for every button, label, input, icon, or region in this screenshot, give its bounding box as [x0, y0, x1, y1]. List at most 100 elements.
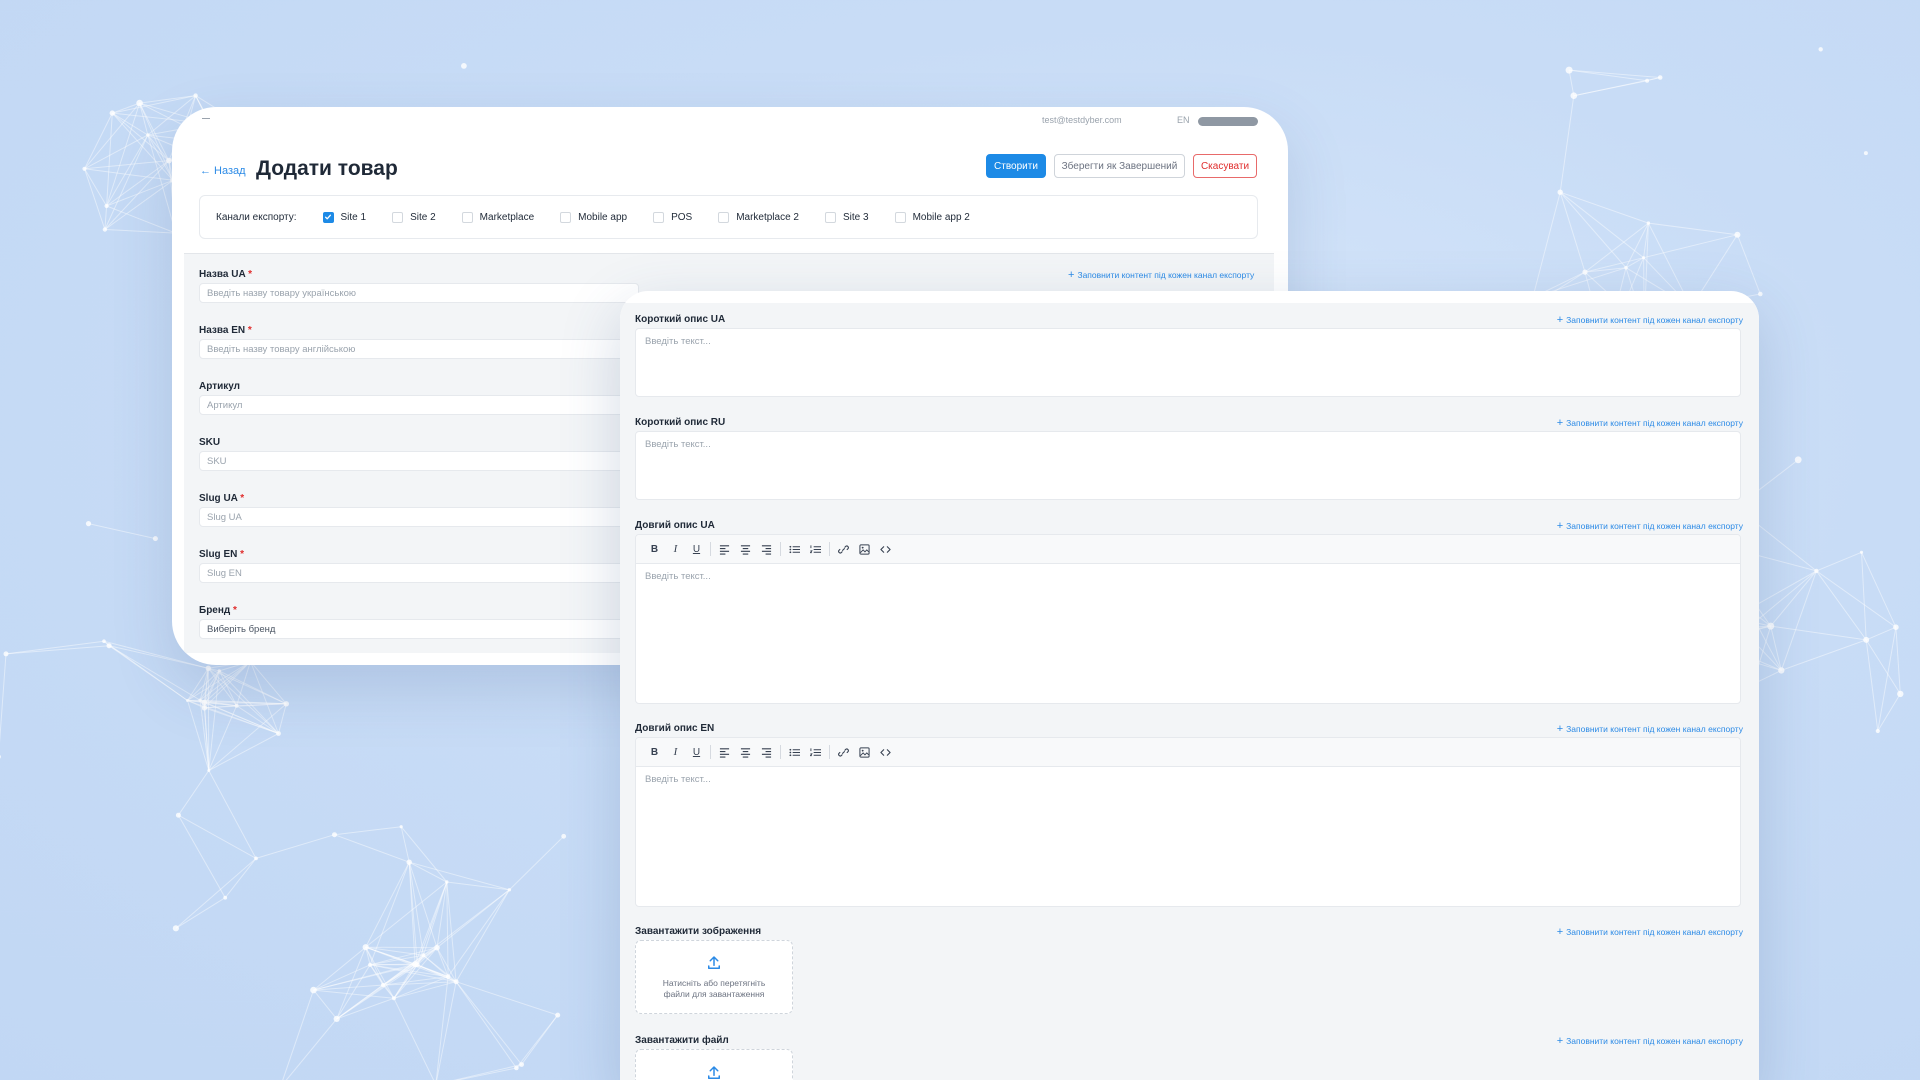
field-label: Slug UA * — [199, 493, 244, 504]
field-label: SKU — [199, 437, 220, 448]
export-channel-marketplace-2[interactable]: Marketplace 2 — [718, 211, 799, 223]
field-input[interactable]: Введіть назву товару англійською — [199, 339, 639, 359]
numbered-list-icon[interactable] — [805, 539, 826, 560]
fill-content-link-label: Заповнити контент під кожен канал експор… — [1566, 418, 1743, 428]
export-channels-label: Канали експорту: — [216, 211, 297, 223]
link-icon[interactable] — [833, 539, 854, 560]
export-channel-site-2[interactable]: Site 2 — [392, 211, 436, 223]
export-channel-label: Site 1 — [340, 211, 367, 223]
toolbar-divider — [710, 745, 711, 759]
export-channel-marketplace[interactable]: Marketplace — [461, 211, 535, 223]
short-desc-ru-label: Короткий опис RU — [635, 417, 726, 428]
underline-icon[interactable]: U — [686, 539, 707, 560]
checkbox[interactable] — [392, 211, 404, 223]
fill-content-link[interactable]: + Заповнити контент під кожен канал експо… — [1557, 520, 1743, 532]
plus-icon: + — [1556, 1035, 1564, 1047]
bullet-list-icon[interactable] — [784, 539, 805, 560]
field-input[interactable]: Slug UA — [199, 507, 639, 527]
long-desc-ua-label: Довгий опис UA — [635, 520, 715, 531]
long-desc-ua-input[interactable]: Введіть текст... — [636, 564, 1740, 703]
code-icon[interactable] — [875, 742, 896, 763]
export-channel-label: POS — [671, 211, 693, 223]
align-right-icon[interactable] — [756, 539, 777, 560]
field-input[interactable]: Введіть назву товару українською — [199, 283, 639, 303]
editor-body: Короткий опис UA + Заповнити контент під … — [620, 303, 1759, 1080]
upload-images-label: Завантажити зображення — [635, 926, 762, 937]
numbered-list-icon[interactable] — [805, 742, 826, 763]
short-desc-ua-textarea[interactable]: Введіть текст... — [635, 328, 1741, 397]
checkbox[interactable] — [825, 211, 836, 223]
underline-icon[interactable]: U — [686, 742, 707, 763]
user-menu-button[interactable] — [1198, 117, 1258, 126]
field-label-text: Артикул — [199, 381, 241, 392]
align-left-icon[interactable] — [714, 539, 735, 560]
fill-content-link[interactable]: + Заповнити контент під кожен канал експо… — [1557, 1035, 1743, 1047]
create-button[interactable]: Створити — [986, 154, 1046, 178]
checkbox[interactable] — [894, 211, 906, 223]
fill-content-link-label: Заповнити контент під кожен канал експор… — [1566, 927, 1743, 937]
export-channel-label: Marketplace — [479, 211, 535, 223]
export-channel-site-1[interactable]: Site 1 — [322, 211, 367, 223]
italic-icon[interactable]: I — [665, 742, 686, 763]
bold-icon[interactable]: B — [644, 742, 665, 763]
fill-content-link[interactable]: + Заповнити контент під кожен канал експо… — [1557, 723, 1743, 735]
short-desc-ua-label: Короткий опис UA — [635, 314, 726, 325]
field-input[interactable]: Артикул — [199, 395, 639, 415]
field-input[interactable]: Slug EN — [199, 563, 639, 583]
fill-content-link[interactable]: + Заповнити контент під кожен канал експо… — [1557, 314, 1743, 326]
align-left-icon[interactable] — [714, 742, 735, 763]
field-label-text: Slug EN — [199, 549, 238, 560]
save-complete-button[interactable]: Зберегти як Завершений — [1054, 154, 1185, 178]
required-marker: * — [237, 549, 245, 560]
export-channel-mobile-app[interactable]: Mobile app — [560, 211, 627, 223]
field-label: Назва EN * — [199, 325, 252, 336]
field-input[interactable]: SKU — [199, 451, 639, 471]
checkbox[interactable] — [560, 211, 572, 223]
image-icon[interactable] — [854, 742, 875, 763]
field-label: Slug EN * — [199, 549, 244, 560]
plus-icon: + — [1556, 314, 1564, 326]
checkbox[interactable] — [718, 211, 730, 223]
export-channel-label: Marketplace 2 — [736, 211, 799, 223]
link-icon[interactable] — [833, 742, 854, 763]
checkbox[interactable] — [461, 211, 473, 223]
export-channel-mobile-app-2[interactable]: Mobile app 2 — [894, 211, 970, 223]
fill-content-link-label: Заповнити контент під кожен канал експор… — [1566, 1036, 1743, 1046]
image-icon[interactable] — [854, 539, 875, 560]
upload-images-dropzone[interactable]: Натисніть або перетягніть файли для зава… — [635, 940, 793, 1014]
field-label: Артикул — [199, 381, 240, 392]
export-channel-site-3[interactable]: Site 3 — [825, 211, 869, 223]
upload-file-dropzone[interactable] — [635, 1049, 793, 1080]
bullet-list-icon[interactable] — [784, 742, 805, 763]
bold-icon[interactable]: B — [644, 539, 665, 560]
upload-icon — [708, 1066, 720, 1079]
fill-content-link[interactable]: + Заповнити контент під кожен канал експо… — [1557, 926, 1743, 938]
export-channel-pos[interactable]: POS — [653, 211, 693, 223]
field-label-text: Slug UA — [199, 493, 238, 504]
export-channel-label: Site 2 — [410, 211, 436, 223]
fill-content-link[interactable]: + Заповнити контент під кожен канал експо… — [1557, 417, 1743, 429]
back-link[interactable]: ← Назад — [200, 165, 246, 177]
upload-icon — [708, 956, 720, 969]
align-center-icon[interactable] — [735, 742, 756, 763]
cancel-button[interactable]: Скасувати — [1193, 154, 1257, 178]
brand-select[interactable]: Виберіть бренд — [199, 619, 639, 639]
checkbox-checked[interactable] — [322, 211, 334, 223]
fill-content-link[interactable]: + Заповнити контент під кожен канал експо… — [1068, 269, 1254, 281]
fill-content-link-label: Заповнити контент під кожен канал експор… — [1566, 521, 1743, 531]
align-right-icon[interactable] — [756, 742, 777, 763]
long-desc-en-input[interactable]: Введіть текст... — [636, 767, 1740, 906]
italic-icon[interactable]: I — [665, 539, 686, 560]
rich-text-toolbar: BIU — [636, 738, 1740, 767]
fill-content-link-label: Заповнити контент під кожен канал експор… — [1077, 270, 1255, 280]
language-switch[interactable]: EN — [1177, 115, 1190, 125]
field-label-text: Назва EN — [199, 325, 246, 336]
menu-icon[interactable] — [202, 118, 210, 119]
required-marker: * — [237, 493, 245, 504]
rich-text-toolbar: BIU — [636, 535, 1740, 564]
short-desc-ru-textarea[interactable]: Введіть текст... — [635, 431, 1741, 500]
code-icon[interactable] — [875, 539, 896, 560]
checkbox[interactable] — [653, 211, 665, 223]
align-center-icon[interactable] — [735, 539, 756, 560]
export-channel-label: Site 3 — [843, 211, 869, 223]
